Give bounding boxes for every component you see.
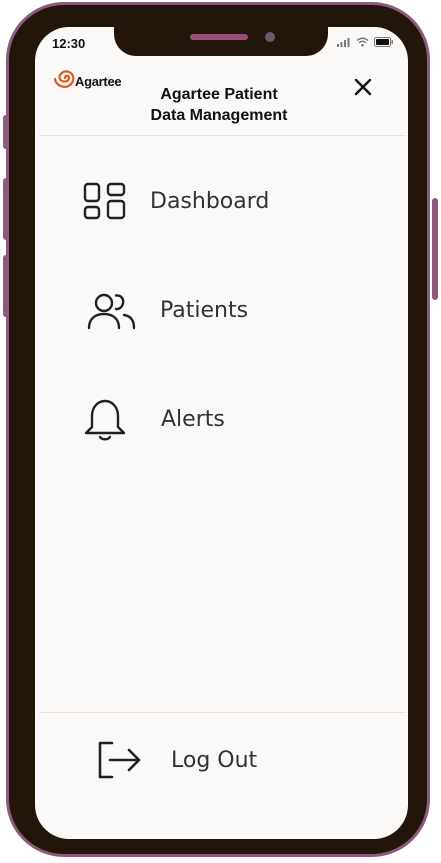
logout-label: Log Out	[171, 747, 258, 773]
swirl-logo-icon	[53, 70, 75, 88]
side-button-mute	[3, 115, 9, 149]
logo-text: Agartee	[75, 74, 122, 89]
agartee-logo: Agartee	[53, 67, 122, 89]
menu-item-alerts[interactable]: Alerts	[82, 397, 225, 441]
front-camera	[265, 32, 275, 42]
bell-icon	[84, 399, 126, 441]
wifi-icon	[356, 37, 369, 47]
logout-icon	[98, 741, 141, 779]
side-button-power	[432, 198, 438, 300]
dashboard-icon	[83, 182, 126, 220]
battery-icon	[374, 37, 393, 47]
logout-button[interactable]: Log Out	[95, 740, 257, 780]
app-screen: 12:30 Agartee Agartee Patient Data Manag…	[35, 27, 408, 839]
side-button-volume-down	[3, 255, 9, 317]
close-button[interactable]	[351, 75, 375, 99]
menu-item-dashboard[interactable]: Dashboard	[82, 181, 269, 221]
menu-label-alerts: Alerts	[161, 406, 225, 432]
signal-icon	[337, 37, 350, 47]
footer-divider	[39, 712, 406, 713]
menu-label-dashboard: Dashboard	[150, 188, 270, 214]
side-button-volume-up	[3, 178, 9, 240]
status-icons	[337, 37, 394, 47]
speaker-grille	[190, 34, 248, 40]
close-icon	[354, 78, 372, 96]
menu-label-patients: Patients	[160, 297, 249, 323]
app-title: Agartee Patient Data Management	[129, 84, 309, 126]
status-time: 12:30	[52, 36, 86, 51]
phone-notch	[114, 22, 328, 56]
menu-item-patients[interactable]: Patients	[86, 290, 248, 330]
header-divider	[39, 135, 406, 136]
app-title-line2: Data Management	[150, 107, 288, 124]
app-title-line1: Agartee Patient	[160, 86, 278, 103]
users-icon	[87, 293, 136, 330]
